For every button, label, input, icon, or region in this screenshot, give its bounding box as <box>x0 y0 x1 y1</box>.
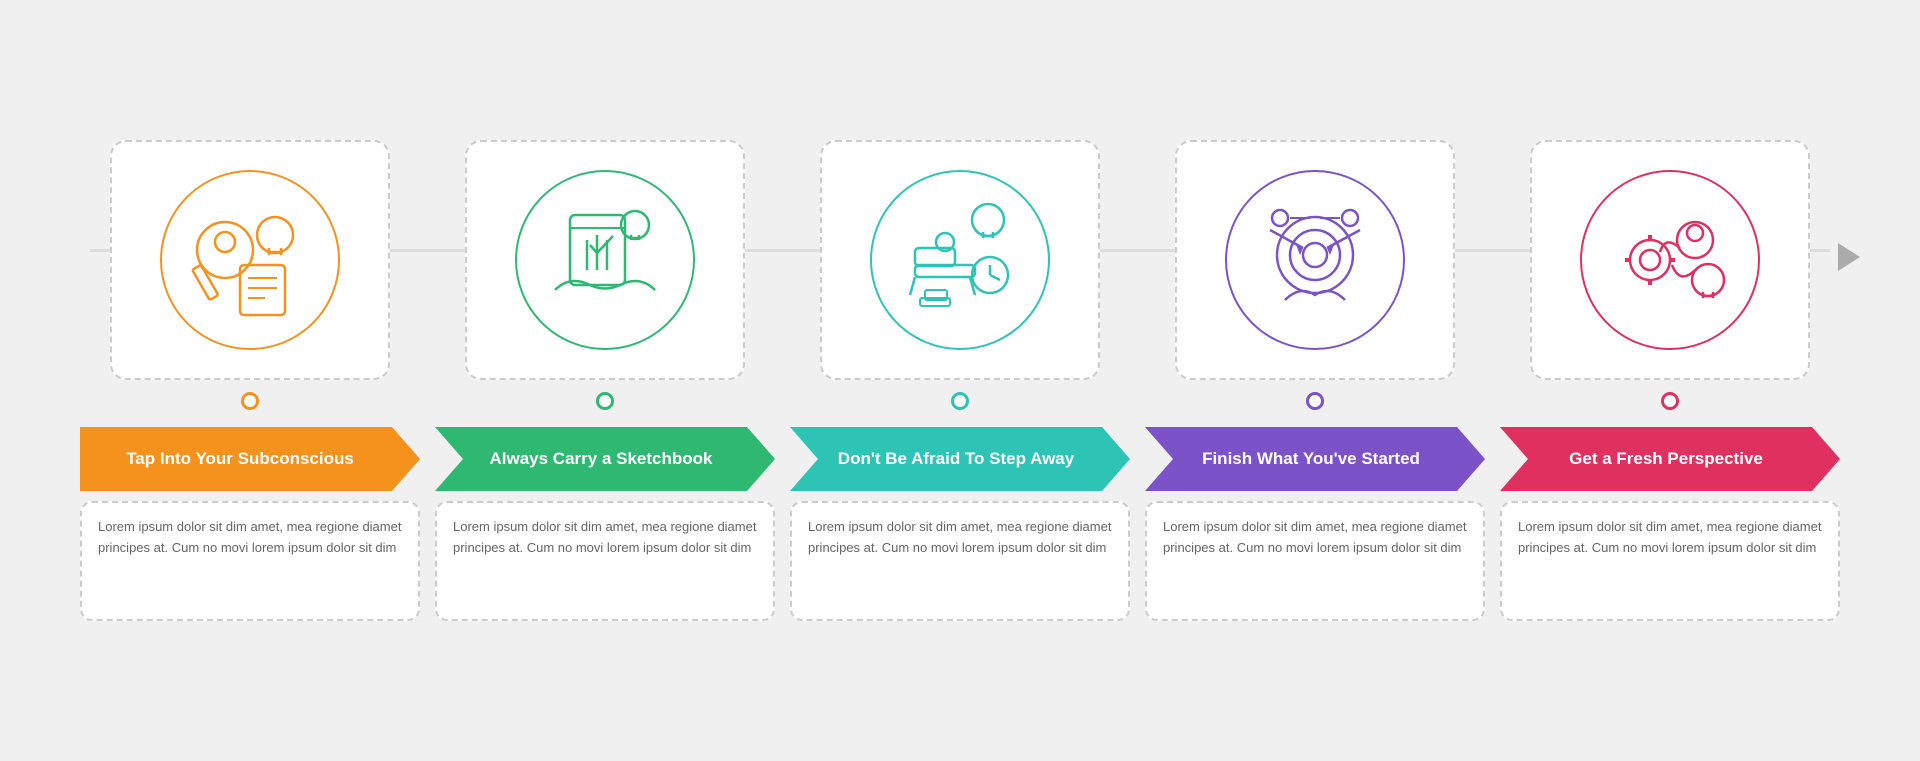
icon-circle-3 <box>870 170 1050 350</box>
card-item-1 <box>80 140 420 422</box>
timeline-dot-5 <box>1661 392 1679 410</box>
perspective-icon <box>1600 190 1740 330</box>
arrow-label-5: Get a Fresh Perspective <box>1500 427 1840 491</box>
cards-row <box>30 140 1890 422</box>
end-triangle-icon <box>1838 243 1860 271</box>
arrow-title-1: Tap Into Your Subconscious <box>126 449 354 469</box>
arrow-label-1: Tap Into Your Subconscious <box>80 427 420 491</box>
timeline-dot-4 <box>1306 392 1324 410</box>
desc-card-4: Lorem ipsum dolor sit dim amet, mea regi… <box>1145 501 1485 621</box>
desc-card-2: Lorem ipsum dolor sit dim amet, mea regi… <box>435 501 775 621</box>
timeline-dot-2 <box>596 392 614 410</box>
arrow-title-4: Finish What You've Started <box>1202 449 1420 469</box>
arrow-label-3: Don't Be Afraid To Step Away <box>790 427 1130 491</box>
timeline-dot-3 <box>951 392 969 410</box>
icon-card-1 <box>110 140 390 380</box>
arrow-label-4: Finish What You've Started <box>1145 427 1485 491</box>
desc-card-3: Lorem ipsum dolor sit dim amet, mea regi… <box>790 501 1130 621</box>
card-item-5 <box>1500 140 1840 422</box>
icon-circle-1 <box>160 170 340 350</box>
icon-card-2 <box>465 140 745 380</box>
arrow-title-5: Get a Fresh Perspective <box>1569 449 1763 469</box>
desc-card-5: Lorem ipsum dolor sit dim amet, mea regi… <box>1500 501 1840 621</box>
icon-card-5 <box>1530 140 1810 380</box>
icon-card-3 <box>820 140 1100 380</box>
icon-circle-2 <box>515 170 695 350</box>
arrow-title-3: Don't Be Afraid To Step Away <box>838 449 1074 469</box>
icon-card-4 <box>1175 140 1455 380</box>
desc-text-2: Lorem ipsum dolor sit dim amet, mea regi… <box>453 519 756 555</box>
icon-circle-4 <box>1225 170 1405 350</box>
desc-text-5: Lorem ipsum dolor sit dim amet, mea regi… <box>1518 519 1821 555</box>
desc-text-3: Lorem ipsum dolor sit dim amet, mea regi… <box>808 519 1111 555</box>
desc-card-1: Lorem ipsum dolor sit dim amet, mea regi… <box>80 501 420 621</box>
desc-text-1: Lorem ipsum dolor sit dim amet, mea regi… <box>98 519 401 555</box>
card-item-4 <box>1145 140 1485 422</box>
card-item-3 <box>790 140 1130 422</box>
sketchbook-icon <box>535 190 675 330</box>
subconscious-icon <box>180 190 320 330</box>
desc-text-4: Lorem ipsum dolor sit dim amet, mea regi… <box>1163 519 1466 555</box>
card-item-2 <box>435 140 775 422</box>
desc-row: Lorem ipsum dolor sit dim amet, mea regi… <box>30 501 1890 621</box>
arrows-row: Tap Into Your Subconscious Always Carry … <box>30 427 1890 491</box>
timeline-dot-1 <box>241 392 259 410</box>
arrow-title-2: Always Carry a Sketchbook <box>490 449 713 469</box>
stepaway-icon <box>890 190 1030 330</box>
infographic-container: Tap Into Your Subconscious Always Carry … <box>30 31 1890 731</box>
icon-circle-5 <box>1580 170 1760 350</box>
arrow-label-2: Always Carry a Sketchbook <box>435 427 775 491</box>
finish-icon <box>1245 190 1385 330</box>
